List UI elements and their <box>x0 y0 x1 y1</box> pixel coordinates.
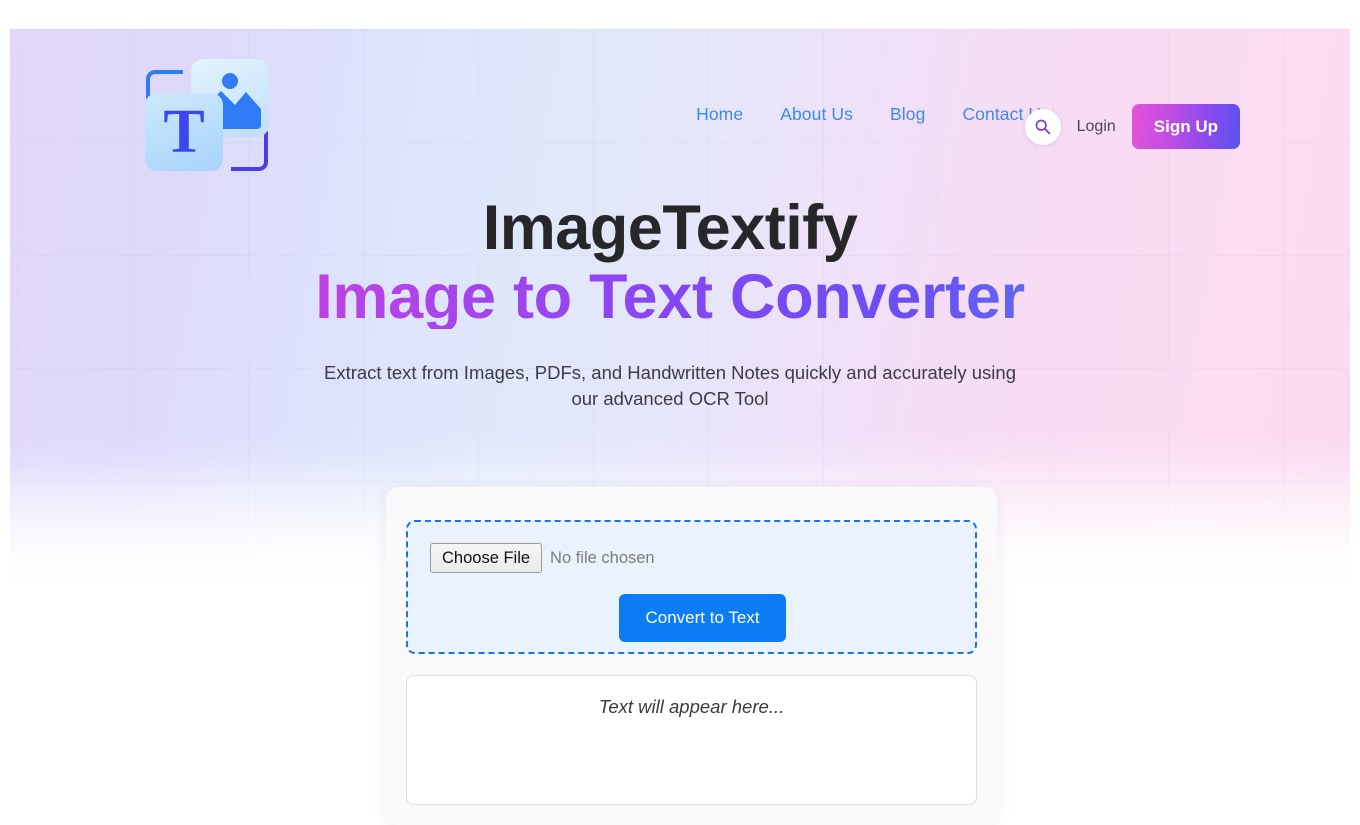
imagetextify-logo[interactable]: T <box>135 35 280 171</box>
site-header: T Home About Us Blog Contact Us Login Si… <box>0 0 1340 180</box>
file-status-label: No file chosen <box>550 548 655 567</box>
login-link[interactable]: Login <box>1077 118 1116 136</box>
nav-link-about-us[interactable]: About Us <box>780 104 853 125</box>
page-title: ImageTextify <box>482 193 858 263</box>
nav-link-blog[interactable]: Blog <box>890 104 925 125</box>
search-button[interactable] <box>1024 108 1061 145</box>
output-placeholder-text: Text will appear here... <box>598 696 785 717</box>
file-dropzone[interactable]: Choose File No file chosen Convert to Te… <box>406 520 977 654</box>
file-input-row: Choose File No file chosen <box>430 543 975 574</box>
choose-file-button[interactable]: Choose File <box>430 543 543 574</box>
text-output-box[interactable]: Text will appear here... <box>406 675 977 805</box>
search-icon <box>1035 119 1051 135</box>
header-actions: Login Sign Up <box>1024 104 1240 149</box>
page-subtitle-gradient: Image to Text Converter <box>0 266 1340 329</box>
logo-letter-t: T <box>163 98 205 166</box>
nav-link-home[interactable]: Home <box>696 104 743 125</box>
signup-button[interactable]: Sign Up <box>1131 104 1240 149</box>
logo-bracket-bottom-right-icon <box>231 131 268 171</box>
main-navigation: Home About Us Blog Contact Us <box>696 104 1050 125</box>
converter-card: Choose File No file chosen Convert to Te… <box>386 487 997 825</box>
convert-to-text-button[interactable]: Convert to Text <box>619 594 786 643</box>
hero-description: Extract text from Images, PDFs, and Hand… <box>324 362 1016 410</box>
